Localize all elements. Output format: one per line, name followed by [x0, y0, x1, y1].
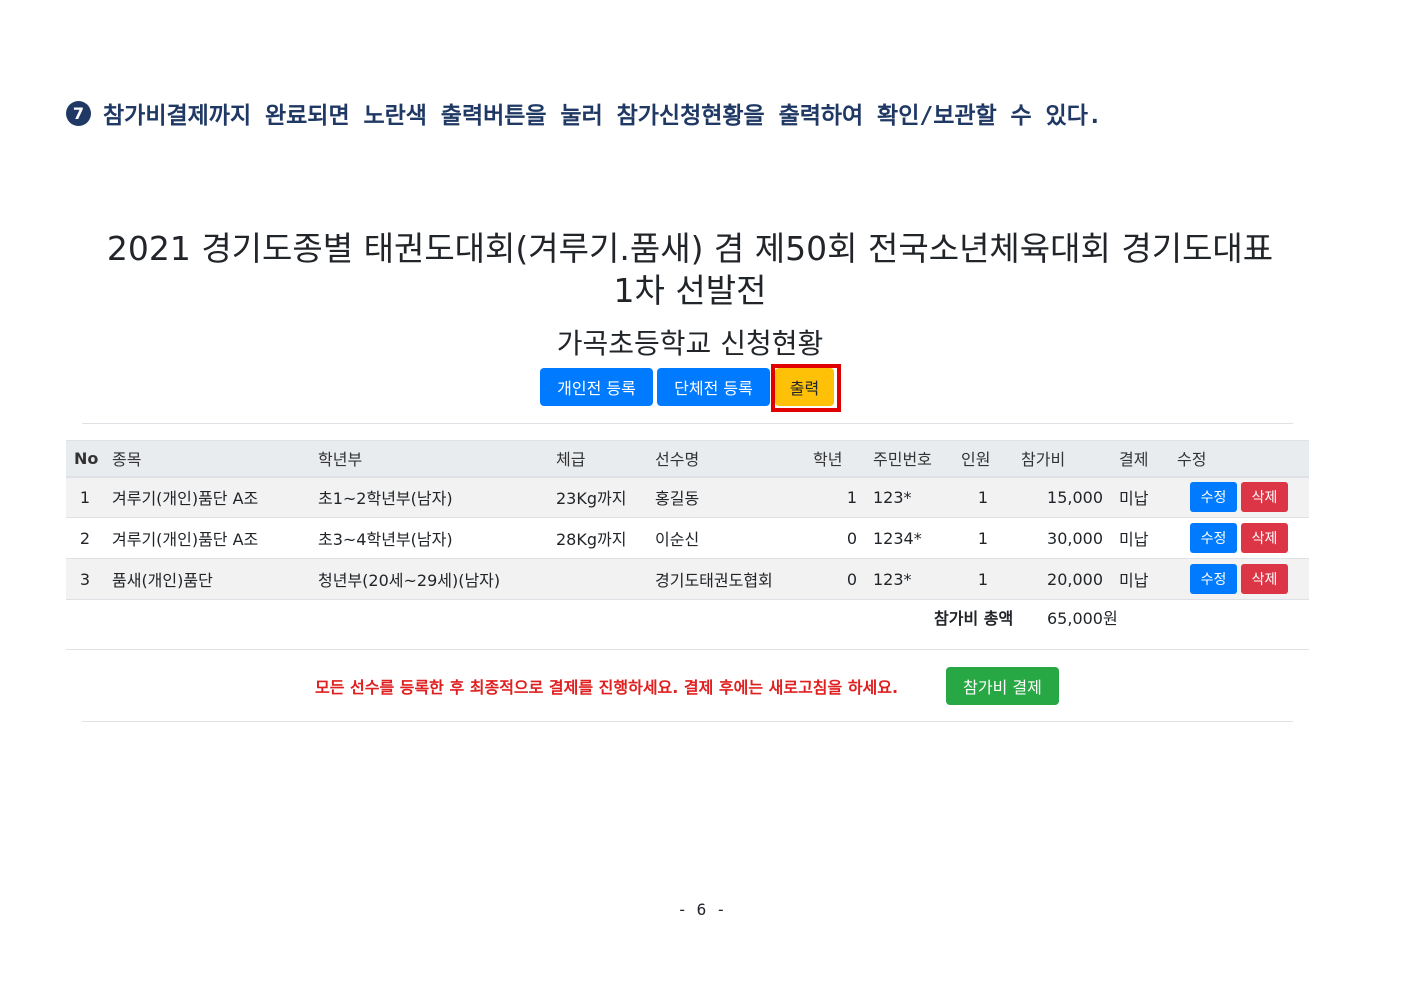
print-button[interactable]: 출력	[775, 368, 834, 406]
cell-fee: 20,000	[1047, 569, 1103, 589]
header-id: 주민번호	[865, 440, 953, 478]
cell-fee: 15,000	[1047, 487, 1103, 507]
edit-button[interactable]: 수정	[1190, 482, 1237, 513]
cell-paid: 미납	[1119, 530, 1149, 549]
step-number-badge: 7	[66, 100, 91, 126]
header-division: 학년부	[310, 440, 548, 478]
cell-count: 1	[977, 528, 989, 548]
header-edit: 수정	[1169, 440, 1309, 478]
cell-event: 겨루기(개인)품단 A조	[112, 489, 259, 509]
cell-name: 홍길동	[655, 489, 700, 509]
page-number: - 6 -	[677, 900, 726, 919]
cell-actions: 수정 삭제	[1169, 559, 1309, 600]
total-fee-value: 65,000원	[1047, 609, 1118, 628]
page-title: 2021 경기도종별 태권도대회(겨루기.품새) 겸 제50회 전국소년체육대회…	[80, 228, 1300, 312]
instruction-text: 7 참가비결제까지 완료되면 노란색 출력버튼을 눌러 참가신청현황을 출력하여…	[66, 96, 1366, 130]
title-line-2: 1차 선발전	[613, 271, 767, 310]
header-fee: 참가비	[1013, 440, 1111, 478]
cell-grade: 0	[846, 569, 857, 589]
delete-button[interactable]: 삭제	[1241, 564, 1288, 594]
header-grade: 학년	[805, 440, 865, 478]
cell-id: 1234*	[873, 528, 922, 548]
cell-division: 청년부(20세~29세)(남자)	[318, 571, 501, 590]
cell-id: 123*	[873, 487, 912, 507]
cell-actions: 수정 삭제	[1169, 518, 1309, 559]
divider-top	[82, 423, 1293, 424]
header-weight: 체급	[548, 440, 647, 478]
cell-grade: 0	[846, 528, 857, 548]
header-no: No	[66, 440, 104, 478]
cell-no: 3	[79, 569, 91, 589]
divider-middle	[66, 649, 1309, 650]
cell-fee: 30,000	[1047, 528, 1103, 548]
cell-count: 1	[977, 569, 989, 589]
application-table: No 종목 학년부 체급 선수명 학년 주민번호 인원 참가비 결제 수정 1 …	[66, 440, 1309, 600]
cell-weight: 28Kg까지	[556, 530, 627, 549]
instruction-label: 참가비결제까지 완료되면 노란색 출력버튼을 눌러 참가신청현황을 출력하여 확…	[103, 103, 1102, 129]
cell-no: 2	[79, 528, 91, 548]
payment-notice: 모든 선수를 등록한 후 최종적으로 결제를 진행하세요. 결제 후에는 새로고…	[315, 678, 899, 697]
team-register-button[interactable]: 단체전 등록	[657, 368, 770, 406]
title-line-1: 2021 경기도종별 태권도대회(겨루기.품새) 겸 제50회 전국소년체육대회…	[106, 229, 1274, 268]
pay-fee-button[interactable]: 참가비 결제	[946, 667, 1059, 705]
divider-bottom	[82, 721, 1293, 722]
total-fee-label: 참가비 총액	[934, 609, 1014, 628]
cell-weight	[548, 559, 647, 600]
delete-button[interactable]: 삭제	[1241, 482, 1288, 513]
table-row: 1 겨루기(개인)품단 A조 초1~2학년부(남자) 23Kg까지 홍길동 1 …	[66, 476, 1309, 518]
cell-division: 초3~4학년부(남자)	[318, 530, 453, 549]
cell-actions: 수정 삭제	[1169, 477, 1309, 518]
cell-event: 품새(개인)품단	[112, 571, 213, 590]
school-status-title: 가곡초등학교 신청현황	[556, 327, 824, 360]
cell-weight: 23Kg까지	[556, 489, 627, 509]
delete-button[interactable]: 삭제	[1241, 523, 1288, 553]
cell-event: 겨루기(개인)품단 A조	[112, 530, 259, 549]
cell-paid: 미납	[1119, 571, 1149, 590]
cell-count: 1	[977, 487, 989, 507]
header-event: 종목	[104, 440, 310, 478]
header-count: 인원	[953, 440, 1013, 478]
header-name: 선수명	[647, 440, 805, 478]
cell-name: 경기도태권도협회	[655, 571, 773, 590]
header-paid: 결제	[1111, 440, 1169, 478]
cell-name: 이순신	[655, 530, 700, 549]
edit-button[interactable]: 수정	[1190, 523, 1237, 553]
cell-division: 초1~2학년부(남자)	[318, 489, 453, 509]
table-row: 3 품새(개인)품단 청년부(20세~29세)(남자) 경기도태권도협회 0 1…	[66, 558, 1309, 600]
cell-grade: 1	[846, 487, 857, 507]
edit-button[interactable]: 수정	[1190, 564, 1237, 594]
cell-id: 123*	[873, 569, 912, 589]
cell-paid: 미납	[1119, 489, 1149, 509]
table-header-row: No 종목 학년부 체급 선수명 학년 주민번호 인원 참가비 결제 수정	[66, 440, 1309, 478]
individual-register-button[interactable]: 개인전 등록	[540, 368, 653, 406]
table-row: 2 겨루기(개인)품단 A조 초3~4학년부(남자) 28Kg까지 이순신 0 …	[66, 517, 1309, 559]
cell-no: 1	[79, 487, 91, 507]
